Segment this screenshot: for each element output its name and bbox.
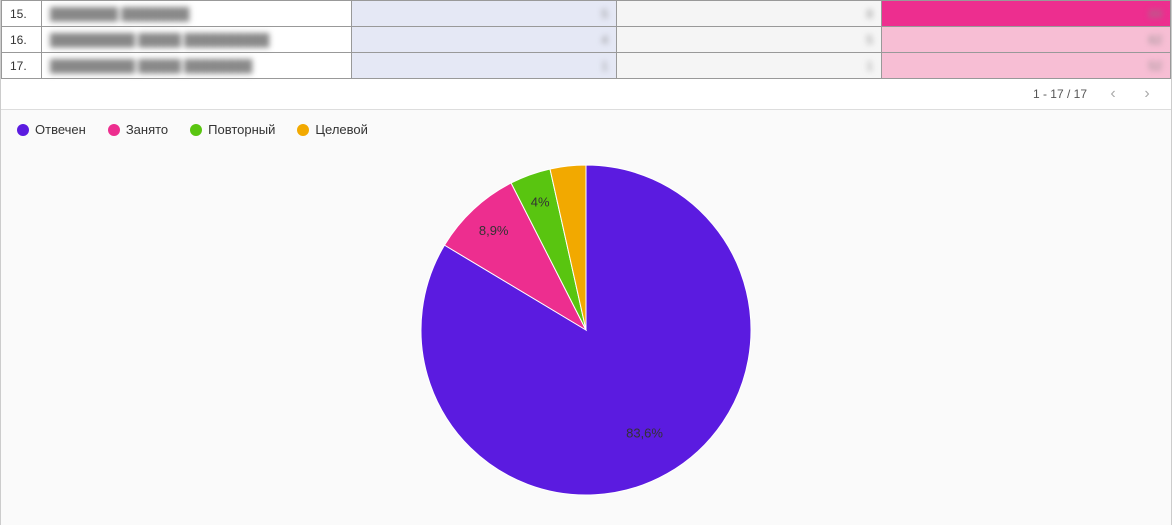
pie-slice-label: 83,6%	[626, 425, 663, 440]
row-number: 17.	[2, 53, 42, 79]
pie-slice-label: 8,9%	[479, 223, 509, 238]
pagination-bar: 1 - 17 / 17 ‹ ›	[1, 79, 1171, 110]
legend-label: Целевой	[315, 122, 367, 137]
legend-item[interactable]: Занято	[108, 122, 168, 137]
row-number: 16.	[2, 27, 42, 53]
legend-item[interactable]: Повторный	[190, 122, 275, 137]
legend-item[interactable]: Целевой	[297, 122, 367, 137]
prev-page-icon[interactable]: ‹	[1105, 85, 1121, 103]
legend-label: Повторный	[208, 122, 275, 137]
legend-label: Занято	[126, 122, 168, 137]
row-name: ████████ ████████	[42, 1, 352, 27]
row-val-a: 5	[352, 1, 617, 27]
row-val-b: 8	[617, 1, 882, 27]
table-row: 15.████████ ████████5889	[2, 1, 1171, 27]
data-table: 15.████████ ████████588916.██████████ ██…	[1, 0, 1171, 79]
legend-swatch-icon	[108, 124, 120, 136]
row-val-b: 5	[617, 27, 882, 53]
chart-legend: Отвечен Занято Повторный Целевой	[17, 122, 1155, 137]
legend-label: Отвечен	[35, 122, 86, 137]
row-number: 15.	[2, 1, 42, 27]
row-name: ██████████ █████ ██████████	[42, 27, 352, 53]
row-val-b: 1	[617, 53, 882, 79]
legend-swatch-icon	[297, 124, 309, 136]
row-val-c: 89	[882, 1, 1171, 27]
legend-swatch-icon	[17, 124, 29, 136]
row-val-a: 4	[352, 27, 617, 53]
table-row: 17.██████████ █████ ████████1152	[2, 53, 1171, 79]
row-name: ██████████ █████ ████████	[42, 53, 352, 79]
pagination-label: 1 - 17 / 17	[1033, 87, 1087, 101]
table-row: 16.██████████ █████ ██████████4562	[2, 27, 1171, 53]
row-val-c: 62	[882, 27, 1171, 53]
pie-slice-label: 4%	[531, 195, 550, 210]
legend-swatch-icon	[190, 124, 202, 136]
pie-chart: 83,6% 8,9% 4%	[406, 145, 766, 505]
next-page-icon[interactable]: ›	[1139, 85, 1155, 103]
row-val-a: 1	[352, 53, 617, 79]
chart-area: Отвечен Занято Повторный Целевой 83,6% 8,9% 4…	[1, 110, 1171, 525]
legend-item[interactable]: Отвечен	[17, 122, 86, 137]
row-val-c: 52	[882, 53, 1171, 79]
